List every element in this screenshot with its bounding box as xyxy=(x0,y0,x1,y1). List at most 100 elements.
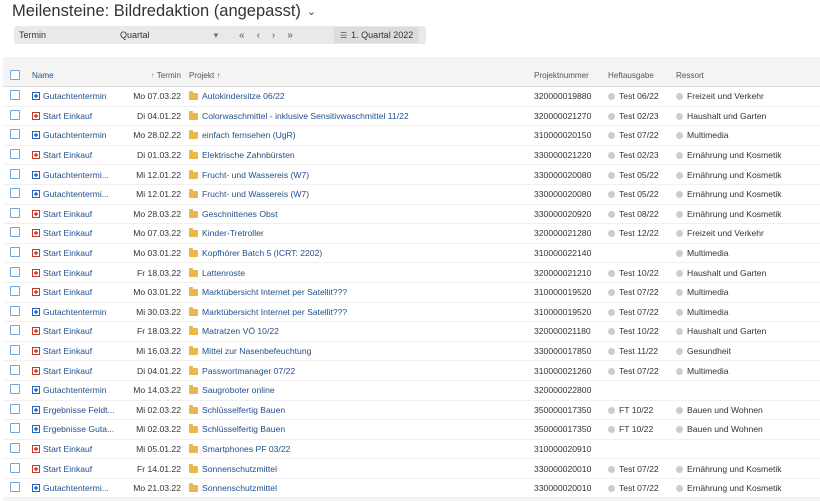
table-row[interactable]: Ergebnisse Feldt... Mi 02.03.22 Schlüsself… xyxy=(3,400,820,421)
row-checkbox[interactable] xyxy=(3,106,28,127)
table-row[interactable]: Start Einkauf Di 04.01.22 Colorwaschmittel… xyxy=(3,106,820,127)
column-header-ressort[interactable]: Ressort xyxy=(672,65,820,87)
table-row[interactable]: Start Einkauf Mo 28.03.22 Geschnittenes Ob… xyxy=(3,204,820,225)
table-row[interactable]: Start Einkauf Mo 07.03.22 Kinder-Tretrolle… xyxy=(3,223,820,244)
column-header-name[interactable]: Name xyxy=(28,65,124,87)
project-name[interactable]: Passwortmanager 07/22 xyxy=(185,360,530,381)
project-name[interactable]: Frucht- und Wassereis (W7) xyxy=(185,164,530,185)
column-header-heftausgabe[interactable]: Heftausgabe xyxy=(604,65,672,87)
project-name[interactable]: Mittel zur Nasenbefeuchtung xyxy=(185,341,530,362)
project-name[interactable]: Matratzen VÖ 10/22 xyxy=(185,321,530,342)
project-name[interactable]: Autokindersitze 06/22 xyxy=(185,86,530,107)
milestone-name[interactable]: Gutachtentermi... xyxy=(28,478,124,499)
milestone-name[interactable]: Ergebnisse Feldt... xyxy=(28,400,124,421)
milestone-name[interactable]: Start Einkauf xyxy=(28,282,124,303)
table-row[interactable]: Gutachtentermin Mo 28.02.22 einfach fernse… xyxy=(3,125,820,146)
table-row[interactable]: Start Einkauf Di 01.03.22 Elektrische Zahn… xyxy=(3,145,820,166)
project-name[interactable]: Saugroboter online xyxy=(185,380,530,401)
page-title[interactable]: Meilensteine: Bildredaktion (angepasst) … xyxy=(12,2,316,21)
row-checkbox[interactable] xyxy=(3,419,28,440)
milestone-name[interactable]: Gutachtentermin xyxy=(28,125,124,146)
column-header-termin[interactable]: ↑ Termin xyxy=(124,65,185,87)
row-checkbox[interactable] xyxy=(3,360,28,381)
milestone-name[interactable]: Start Einkauf xyxy=(28,106,124,127)
table-row[interactable]: Start Einkauf Di 04.01.22 Passwortmanager … xyxy=(3,360,820,381)
row-checkbox[interactable] xyxy=(3,302,28,323)
project-name[interactable]: Kinder-Tretroller xyxy=(185,223,530,244)
project-name[interactable]: Kopfhörer Batch 5 (ICRT: 2202) xyxy=(185,243,530,264)
milestone-name[interactable]: Gutachtentermi... xyxy=(28,164,124,185)
milestone-name[interactable]: Start Einkauf xyxy=(28,439,124,460)
period-type-select[interactable]: Quartal xyxy=(120,30,150,40)
chevron-down-icon[interactable]: ⌄ xyxy=(307,5,316,18)
next-period-icon[interactable]: › xyxy=(272,30,275,41)
first-period-icon[interactable]: « xyxy=(239,30,245,41)
row-checkbox[interactable] xyxy=(3,145,28,166)
milestone-name[interactable]: Start Einkauf xyxy=(28,321,124,342)
project-name[interactable]: Schlüsselfertig Bauen xyxy=(185,419,530,440)
row-checkbox[interactable] xyxy=(3,439,28,460)
row-checkbox[interactable] xyxy=(3,164,28,185)
row-checkbox[interactable] xyxy=(3,458,28,479)
milestone-name[interactable]: Start Einkauf xyxy=(28,223,124,244)
chevron-down-icon[interactable]: ▼ xyxy=(212,31,220,40)
row-checkbox[interactable] xyxy=(3,341,28,362)
row-checkbox[interactable] xyxy=(3,380,28,401)
milestone-name[interactable]: Gutachtentermi... xyxy=(28,184,124,205)
milestone-name[interactable]: Start Einkauf xyxy=(28,262,124,283)
column-header-projektnummer[interactable]: Projektnummer xyxy=(530,65,604,87)
table-row[interactable]: Start Einkauf Mi 16.03.22 Mittel zur Nasen… xyxy=(3,341,820,362)
table-row[interactable]: Gutachtentermin Mo 07.03.22 Autokindersitz… xyxy=(3,86,820,107)
table-row[interactable]: Gutachtentermi... Mi 12.01.22 Frucht- und … xyxy=(3,184,820,205)
row-checkbox[interactable] xyxy=(3,282,28,303)
current-period-button[interactable]: ☰ 1. Quartal 2022 xyxy=(334,27,420,43)
milestone-name[interactable]: Start Einkauf xyxy=(28,341,124,362)
milestone-name[interactable]: Ergebnisse Guta... xyxy=(28,419,124,440)
project-name[interactable]: Frucht- und Wassereis (W7) xyxy=(185,184,530,205)
table-row[interactable]: Gutachtentermin Mi 30.03.22 Marktübersicht… xyxy=(3,302,820,323)
milestone-name[interactable]: Start Einkauf xyxy=(28,145,124,166)
table-row[interactable]: Gutachtentermi... Mo 21.03.22 Sonnenschutz… xyxy=(3,478,820,499)
row-checkbox[interactable] xyxy=(3,321,28,342)
project-name[interactable]: Geschnittenes Obst xyxy=(185,204,530,225)
table-row[interactable]: Start Einkauf Mo 03.01.22 Kopfhörer Batch … xyxy=(3,243,820,264)
project-name[interactable]: Marktübersicht Internet per Satellit??? xyxy=(185,302,530,323)
row-checkbox[interactable] xyxy=(3,243,28,264)
table-row[interactable]: Start Einkauf Mi 05.01.22 Smartphones PF 0… xyxy=(3,439,820,460)
project-name[interactable]: Elektrische Zahnbürsten xyxy=(185,145,530,166)
project-name[interactable]: Sonnenschutzmittel xyxy=(185,458,530,479)
milestone-name[interactable]: Start Einkauf xyxy=(28,458,124,479)
project-name[interactable]: Lattenroste xyxy=(185,262,530,283)
milestone-name[interactable]: Start Einkauf xyxy=(28,360,124,381)
project-name[interactable]: Sonnenschutzmittel xyxy=(185,478,530,499)
row-checkbox[interactable] xyxy=(3,204,28,225)
milestone-name[interactable]: Start Einkauf xyxy=(28,243,124,264)
row-checkbox[interactable] xyxy=(3,184,28,205)
table-row[interactable]: Gutachtentermi... Mi 12.01.22 Frucht- und … xyxy=(3,164,820,185)
table-row[interactable]: Start Einkauf Fr 18.03.22 Matratzen VÖ 10/… xyxy=(3,321,820,342)
column-header-projekt[interactable]: Projekt ↑ xyxy=(185,65,530,87)
table-row[interactable]: Start Einkauf Fr 18.03.22 Lattenroste 32000… xyxy=(3,262,820,283)
milestone-name[interactable]: Start Einkauf xyxy=(28,204,124,225)
table-row[interactable]: Start Einkauf Mo 03.01.22 Marktübersicht I… xyxy=(3,282,820,303)
project-name[interactable]: Marktübersicht Internet per Satellit??? xyxy=(185,282,530,303)
table-row[interactable]: Start Einkauf Fr 14.01.22 Sonnenschutzmitt… xyxy=(3,458,820,479)
row-checkbox[interactable] xyxy=(3,400,28,421)
row-checkbox[interactable] xyxy=(3,223,28,244)
table-row[interactable]: Gutachtentermin Mo 14.03.22 Saugroboter on… xyxy=(3,380,820,401)
row-checkbox[interactable] xyxy=(3,125,28,146)
milestone-name[interactable]: Gutachtentermin xyxy=(28,302,124,323)
table-row[interactable]: Ergebnisse Guta... Mi 02.03.22 Schlüsselfe… xyxy=(3,419,820,440)
previous-period-icon[interactable]: ‹ xyxy=(257,30,260,41)
last-period-icon[interactable]: » xyxy=(287,30,293,41)
project-name[interactable]: Smartphones PF 03/22 xyxy=(185,439,530,460)
row-checkbox[interactable] xyxy=(3,478,28,499)
project-name[interactable]: Colorwaschmittel - inklusive Sensitivwas… xyxy=(185,106,530,127)
project-name[interactable]: einfach fernsehen (UgR) xyxy=(185,125,530,146)
select-all-checkbox[interactable] xyxy=(3,65,28,87)
milestone-name[interactable]: Gutachtentermin xyxy=(28,380,124,401)
milestone-name[interactable]: Gutachtentermin xyxy=(28,86,124,107)
row-checkbox[interactable] xyxy=(3,86,28,107)
project-name[interactable]: Schlüsselfertig Bauen xyxy=(185,400,530,421)
row-checkbox[interactable] xyxy=(3,262,28,283)
